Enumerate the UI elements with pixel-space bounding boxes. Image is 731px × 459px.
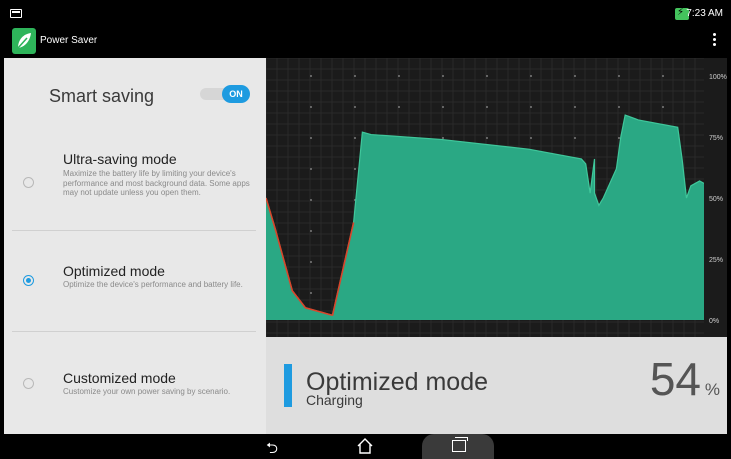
- grid-dot: [662, 106, 664, 108]
- grid-dot: [310, 106, 312, 108]
- mode-option-ultra-saving[interactable]: Ultra-saving mode Maximize the battery l…: [4, 146, 266, 230]
- ultra-saving-radio[interactable]: [23, 177, 34, 188]
- divider: [12, 230, 256, 231]
- grid-dot: [530, 137, 532, 139]
- grid-dot: [398, 106, 400, 108]
- grid-dot: [574, 106, 576, 108]
- grid-dot: [310, 292, 312, 294]
- home-icon[interactable]: [356, 437, 374, 459]
- grid-dot: [354, 75, 356, 77]
- grid-dot: [310, 230, 312, 232]
- grid-dot: [310, 261, 312, 263]
- y-tick-label: 100%: [709, 74, 727, 81]
- grid-dot: [530, 75, 532, 77]
- mode-option-customized[interactable]: Customized mode Customize your own power…: [4, 366, 266, 416]
- mode-description: Maximize the battery life by limiting yo…: [63, 169, 250, 197]
- y-tick-label: 0%: [709, 318, 719, 325]
- grid-dot: [310, 137, 312, 139]
- grid-dot: [442, 106, 444, 108]
- app-bar: Power Saver: [4, 24, 727, 58]
- grid-dot: [442, 75, 444, 77]
- leaf-icon: [12, 28, 36, 54]
- mode-indicator-bar: [284, 364, 292, 407]
- grid-dot: [354, 137, 356, 139]
- smart-saving-label: Smart saving: [49, 86, 155, 106]
- mode-description: Optimize the device's performance and ba…: [63, 280, 243, 289]
- mode-title: Ultra-saving mode: [63, 151, 177, 167]
- battery-percent: 54: [649, 353, 701, 405]
- mode-list-panel: Smart saving ON Ultra-saving mode Maximi…: [4, 58, 266, 434]
- grid-dot: [398, 75, 400, 77]
- grid-dot: [574, 137, 576, 139]
- notification-icon: [10, 9, 22, 18]
- grid-dot: [310, 199, 312, 201]
- charging-status: Charging: [306, 392, 363, 408]
- battery-chart-svg: 100% 75% 50% 25% 0%: [266, 58, 727, 337]
- grid-dot: [310, 168, 312, 170]
- customized-radio[interactable]: [23, 378, 34, 389]
- grid-dot: [486, 75, 488, 77]
- optimized-radio[interactable]: [23, 275, 34, 286]
- mode-option-optimized[interactable]: Optimized mode Optimize the device's per…: [4, 258, 266, 328]
- grid-dot: [618, 75, 620, 77]
- back-icon[interactable]: ⮌: [266, 438, 278, 459]
- grid-dot: [310, 75, 312, 77]
- mode-title: Customized mode: [63, 370, 176, 386]
- mode-title: Optimized mode: [63, 263, 165, 279]
- divider: [12, 331, 256, 332]
- grid-dot: [530, 106, 532, 108]
- recent-apps-icon[interactable]: [452, 437, 468, 452]
- grid-dot: [662, 75, 664, 77]
- grid-dot: [618, 137, 620, 139]
- y-tick-label: 50%: [709, 196, 723, 203]
- status-time: 7:23 AM: [686, 8, 723, 19]
- battery-usage-chart: 100% 75% 50% 25% 0%: [266, 58, 727, 337]
- y-tick-label: 75%: [709, 135, 723, 142]
- grid-dot: [486, 106, 488, 108]
- smart-saving-toggle[interactable]: ON: [200, 85, 252, 103]
- battery-status-panel: Optimized mode Charging 54 %: [266, 337, 727, 434]
- mode-description: Customize your own power saving by scena…: [63, 387, 231, 396]
- screen: 7:23 AM Power Saver Smart saving ON Ultr…: [0, 0, 731, 459]
- toggle-knob: ON: [222, 85, 250, 103]
- app-title: Power Saver: [40, 35, 98, 46]
- overflow-menu-icon[interactable]: [713, 33, 717, 49]
- grid-dot: [354, 168, 356, 170]
- grid-dot: [574, 75, 576, 77]
- grid-dot: [486, 137, 488, 139]
- grid-dot: [354, 106, 356, 108]
- grid-dot: [618, 106, 620, 108]
- status-bar: 7:23 AM: [4, 4, 727, 24]
- percent-sign: %: [704, 380, 720, 399]
- navigation-bar: ⮌: [4, 434, 727, 459]
- grid-dot: [442, 137, 444, 139]
- y-tick-label: 25%: [709, 257, 723, 264]
